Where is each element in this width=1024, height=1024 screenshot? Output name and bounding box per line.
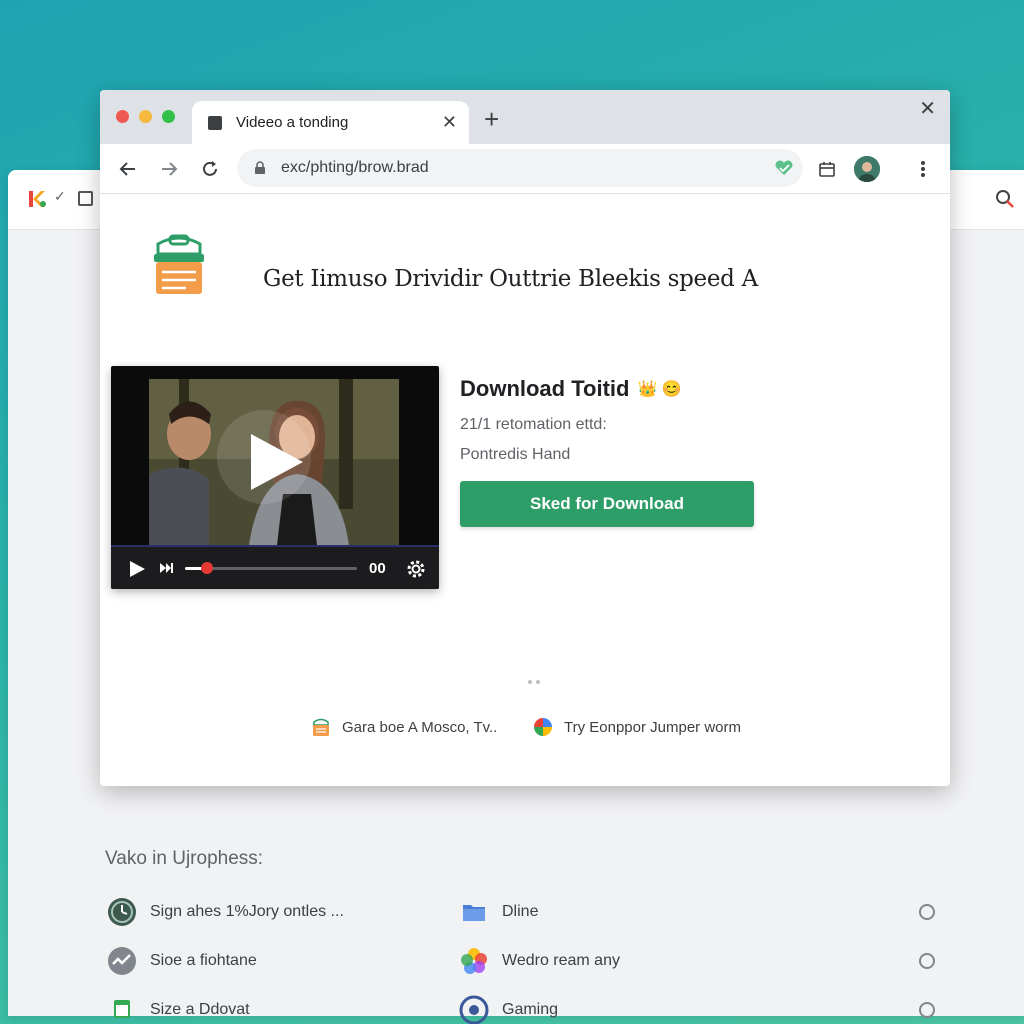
lock-icon[interactable]: [253, 161, 267, 175]
list-item[interactable]: Wedro ream any: [458, 945, 620, 977]
checkbox[interactable]: [78, 191, 93, 206]
tab-active[interactable]: Videeo a tonding ✕: [192, 101, 469, 144]
list-item-label: Size a Ddovat: [150, 1001, 250, 1018]
download-title: Download Toitid 👑 😊: [460, 376, 682, 402]
crown-smile-emoji-icon: 👑 😊: [637, 381, 682, 398]
browser-toolbar: exc/phting/brow.brad: [100, 144, 950, 194]
radio-button[interactable]: [919, 1002, 935, 1018]
radio-button[interactable]: [919, 904, 935, 920]
list-item-label: Gaming: [502, 1001, 559, 1018]
search-icon[interactable]: [994, 188, 1016, 210]
video-time: 00: [369, 560, 386, 577]
window-maximize-dot[interactable]: [162, 110, 175, 123]
download-meta: 21/1 retomation ettd:: [460, 416, 607, 433]
list-item-label: Sioe a fiohtane: [150, 952, 257, 969]
video-controls: 00: [111, 545, 439, 589]
list-item-label: Dline: [502, 903, 539, 920]
calendar-icon[interactable]: [814, 156, 840, 182]
tab-close-icon[interactable]: ✕: [442, 112, 457, 133]
window-close-dot[interactable]: [116, 110, 129, 123]
more-menu-icon[interactable]: [910, 156, 936, 182]
list-item-label: Sign ahes 1%Jory ontles ...: [150, 903, 344, 920]
app-logo-icon: [29, 191, 46, 207]
extension-heart-icon[interactable]: [773, 157, 795, 179]
list-item[interactable]: Sioe a fiohtane: [106, 945, 257, 977]
colorful-app-icon: [534, 718, 552, 736]
settings-gear-icon[interactable]: [405, 558, 427, 580]
chevron-down-icon[interactable]: ✓: [54, 188, 66, 205]
play-icon[interactable]: [249, 432, 305, 492]
folder-icon: [458, 896, 490, 928]
download-button[interactable]: Sked for Download: [460, 481, 754, 527]
photos-icon: [458, 945, 490, 977]
radio-button[interactable]: [919, 953, 935, 969]
list-item[interactable]: Size a Ddovat: [106, 994, 250, 1024]
avatar[interactable]: [854, 156, 880, 182]
basket-logo-icon: [154, 234, 204, 294]
browser-window: Videeo a tonding ✕ + ✕ exc/phting/brow.b…: [100, 90, 950, 786]
tab-title: Videeo a tonding: [236, 114, 349, 131]
gaming-icon: [458, 994, 490, 1024]
section-title: Vako in Ujrophess:: [105, 848, 264, 869]
clock-icon: [106, 896, 138, 928]
page-title: Get Iimuso Drividir Outtrie Bleekis spee…: [263, 266, 758, 292]
list-item[interactable]: Dline: [458, 896, 538, 928]
new-tab-icon[interactable]: +: [484, 104, 499, 135]
calendar-icon: [106, 994, 138, 1024]
footer-link[interactable]: Gara boe A Mosco, Tv..: [310, 716, 497, 738]
close-icon[interactable]: ✕: [919, 96, 936, 121]
video-player[interactable]: 00: [111, 366, 439, 589]
footer-link[interactable]: Try Eonppor Jumper worm: [532, 716, 741, 738]
download-meta: Pontredis Hand: [460, 446, 571, 463]
back-arrow-icon[interactable]: [113, 154, 143, 184]
basket-icon: [313, 718, 329, 736]
window-minimize-dot[interactable]: [139, 110, 152, 123]
tab-strip: Videeo a tonding ✕ + ✕: [100, 90, 950, 144]
download-title-text: Download Toitid: [460, 376, 630, 401]
favicon-icon: [208, 115, 222, 130]
play-icon[interactable]: [127, 559, 147, 579]
video-seek-bar[interactable]: [185, 562, 357, 574]
footer-link-label: Gara boe A Mosco, Tv..: [342, 718, 498, 736]
reload-icon[interactable]: [195, 154, 225, 184]
carousel-dots[interactable]: [528, 680, 540, 684]
list-item[interactable]: Gaming: [458, 994, 558, 1024]
skip-forward-icon[interactable]: [159, 562, 173, 574]
address-bar[interactable]: exc/phting/brow.brad: [237, 149, 803, 187]
list-item-label: Wedro ream any: [502, 952, 620, 969]
video-seek-handle[interactable]: [201, 562, 214, 574]
url-text: exc/phting/brow.brad: [281, 159, 429, 176]
forward-arrow-icon[interactable]: [154, 154, 184, 184]
activity-icon: [106, 945, 138, 977]
footer-link-label: Try Eonppor Jumper worm: [564, 718, 741, 736]
list-item[interactable]: Sign ahes 1%Jory ontles ...: [106, 896, 344, 928]
